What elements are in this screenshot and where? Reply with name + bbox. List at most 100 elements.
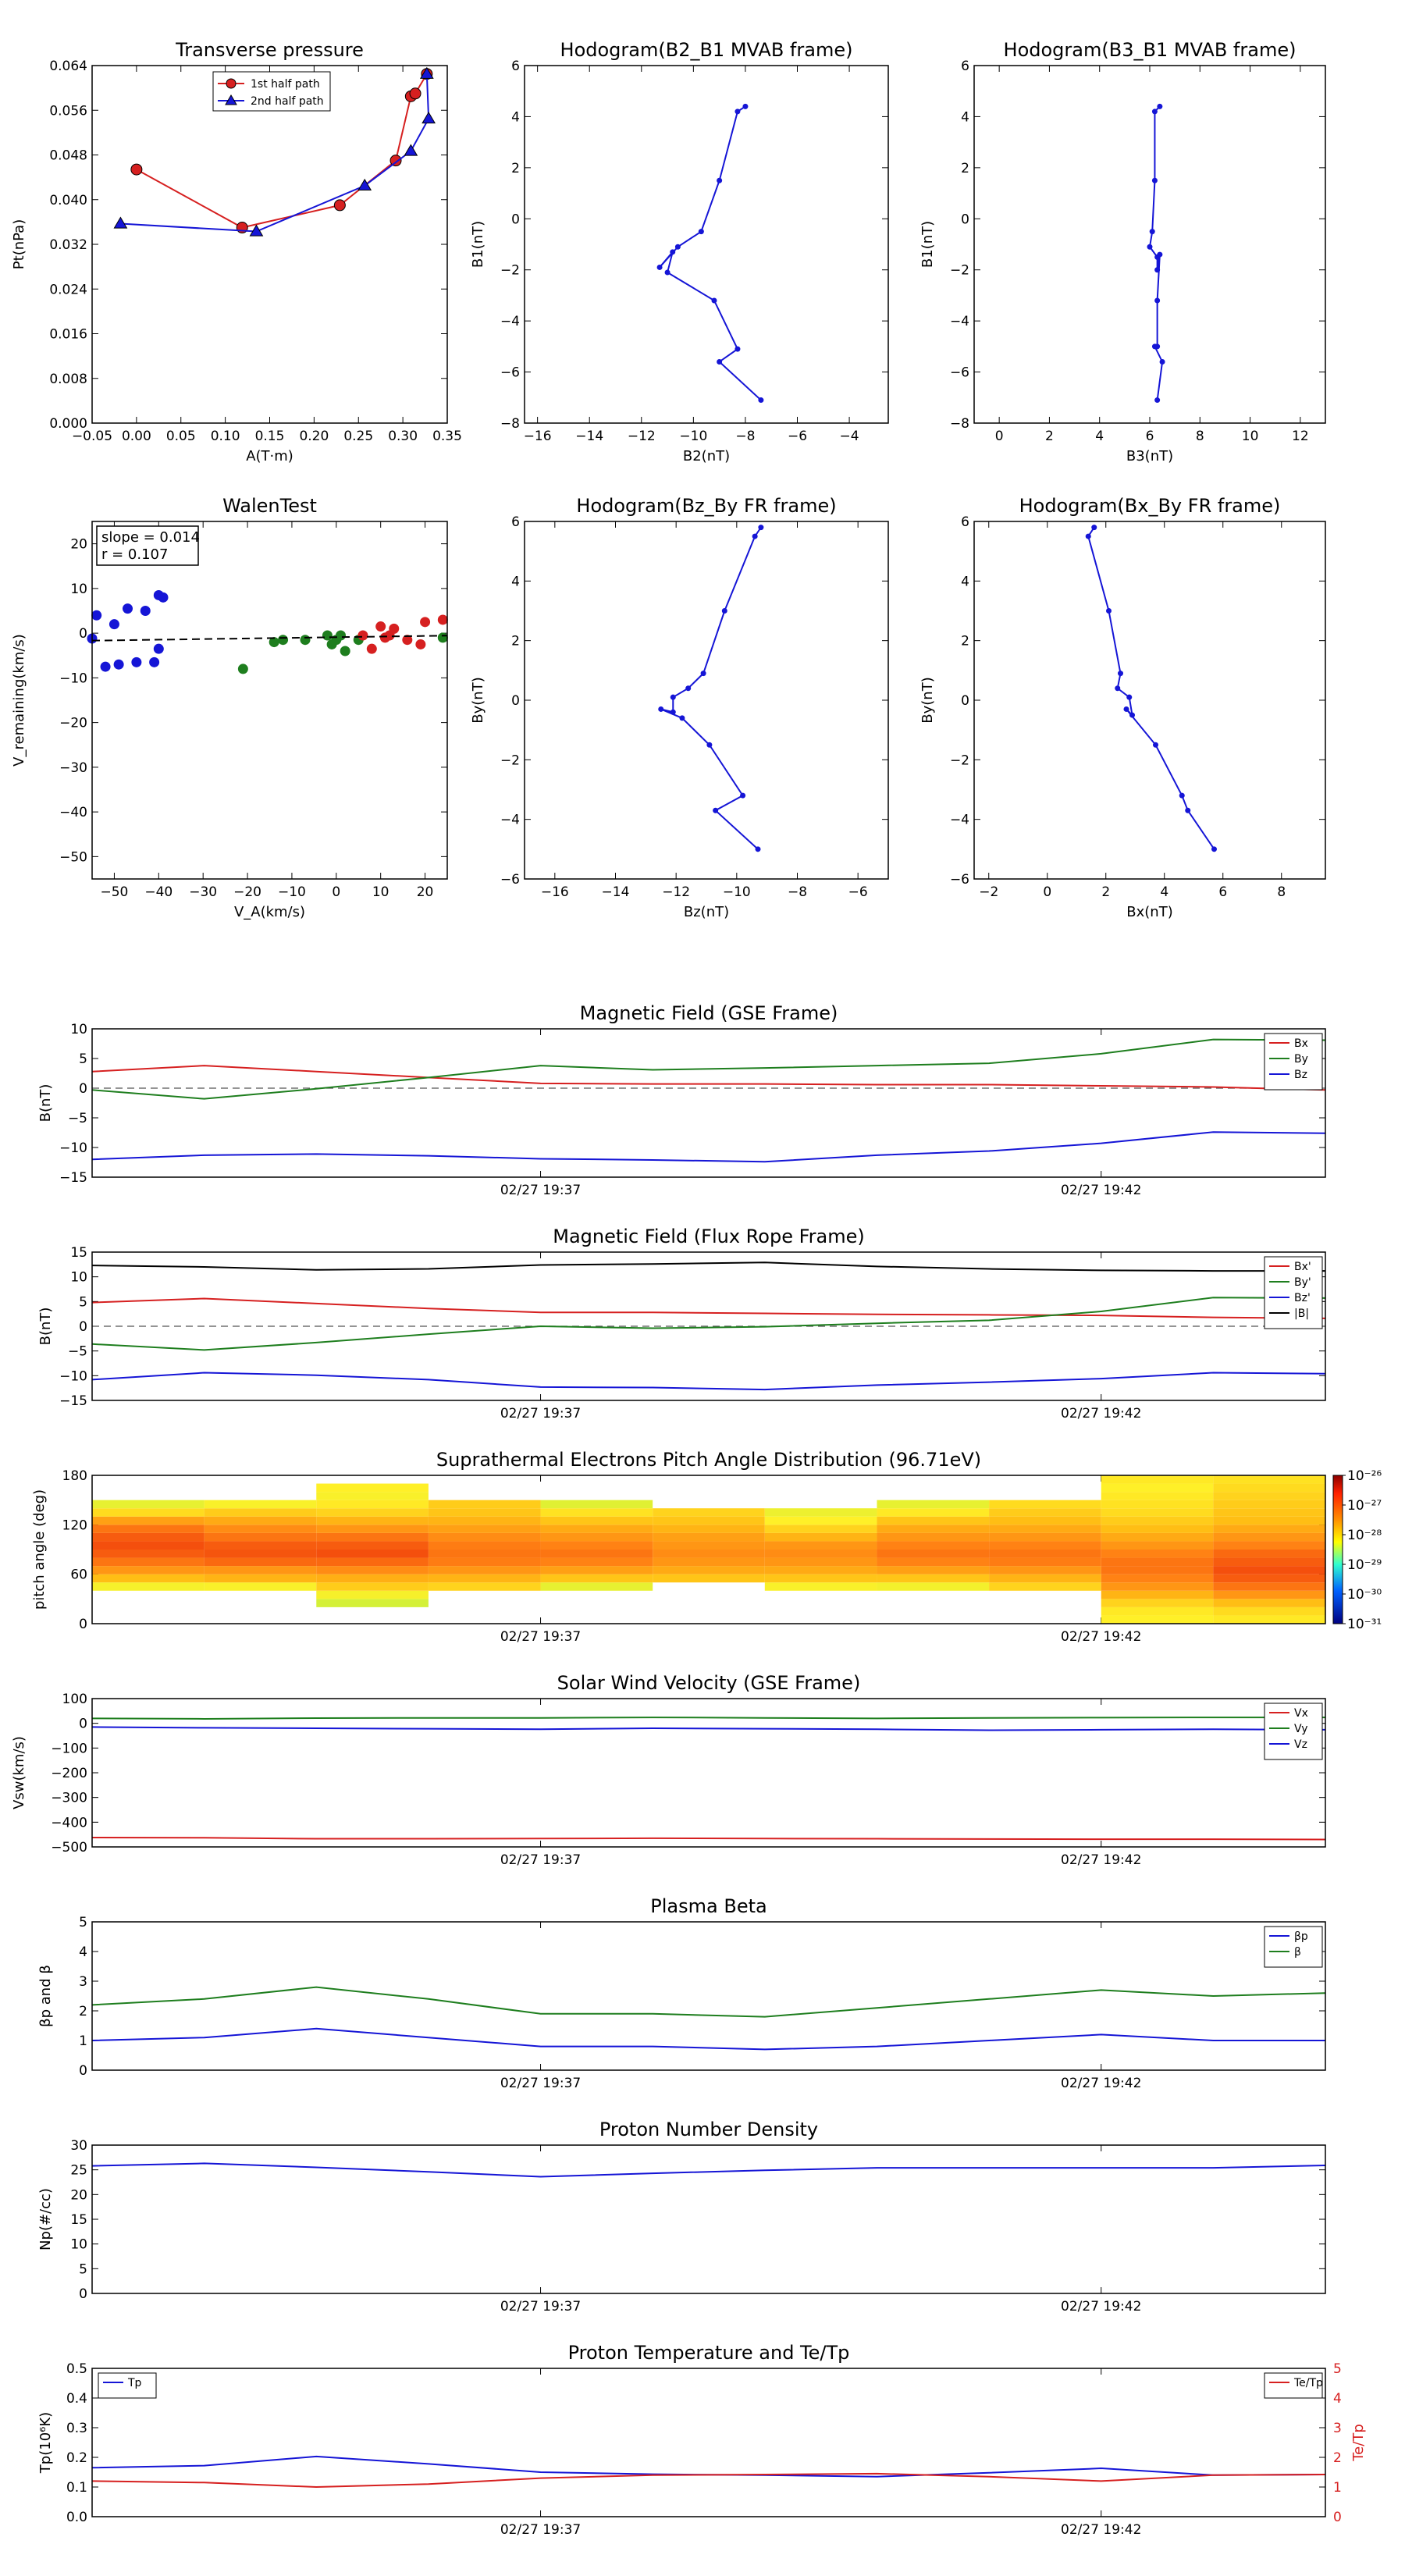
y-tick-label: −8 (500, 416, 520, 432)
time-tick-label: 02/27 19:37 (500, 1629, 581, 1645)
heatmap-cell (877, 1574, 990, 1583)
y-tick-label: 0.056 (49, 103, 87, 119)
x-axis-label: B3(nT) (1126, 448, 1173, 464)
heatmap-cell (764, 1508, 877, 1517)
y-tick-label: −4 (950, 314, 969, 329)
legend (98, 2372, 157, 2399)
heatmap-cell (540, 1582, 653, 1591)
data-point (721, 608, 727, 614)
heatmap-cell (1213, 1550, 1325, 1558)
heatmap-cell (653, 1557, 765, 1567)
y-tick-label: −2 (500, 263, 520, 279)
heatmap-cell (877, 1550, 990, 1558)
heatmap-cell (540, 1574, 653, 1583)
x-tick-label: −50 (100, 884, 128, 900)
y-tick-label-right: 0 (1333, 2510, 1342, 2525)
data-point (131, 656, 142, 667)
heatmap-cell (428, 1541, 541, 1550)
y-tick-label: −5 (68, 1344, 87, 1360)
y-tick-label: −4 (950, 813, 969, 828)
y-tick-label: 15 (70, 1245, 87, 1261)
y-tick-label: −6 (500, 365, 520, 381)
y-tick-label: −40 (59, 805, 87, 820)
time-tick-label: 02/27 19:37 (500, 2076, 581, 2091)
data-point (322, 630, 333, 641)
data-point (1085, 533, 1091, 539)
y-tick-label: 25 (70, 2163, 87, 2179)
y-tick-label: 0.3 (66, 2421, 87, 2436)
heatmap-cell (653, 1532, 765, 1542)
x-tick-label: −0.05 (72, 429, 112, 444)
chart-title: Hodogram(Bz_By FR frame) (576, 495, 836, 517)
y-tick-label: −400 (51, 1815, 87, 1831)
heatmap-cell (653, 1508, 765, 1517)
y-tick-label: 0.032 (49, 237, 87, 253)
data-point (1118, 671, 1123, 677)
x-tick-label: 0.25 (343, 429, 373, 444)
heatmap-cell (428, 1508, 541, 1517)
heatmap-cell (653, 1525, 765, 1533)
x-tick-label: −40 (144, 884, 173, 900)
heatmap-cell (540, 1550, 653, 1558)
y-tick-label: 0 (79, 626, 87, 642)
legend-label: By (1294, 1053, 1308, 1066)
data-point (1154, 297, 1161, 304)
data-point (1149, 229, 1155, 235)
y-axis-label-right: Te/Tp (1350, 2424, 1367, 2462)
heatmap-cell (989, 1550, 1101, 1558)
data-point (130, 163, 143, 176)
heatmap-cell (92, 1574, 205, 1583)
legend-marker (226, 78, 237, 89)
data-point (437, 614, 448, 625)
heatmap-cell (1101, 1606, 1214, 1616)
heatmap-cell (653, 1566, 765, 1574)
y-tick-label: 0 (79, 1081, 87, 1097)
y-tick-label: −500 (51, 1840, 87, 1856)
x-tick-label: −10 (679, 429, 707, 444)
legend-label: Tp (127, 2377, 142, 2389)
y-tick-label: −20 (59, 716, 87, 731)
y-tick-label: 2 (961, 634, 969, 649)
heatmap-cell (316, 1550, 429, 1558)
heatmap-cell (316, 1516, 429, 1525)
x-tick-label: 2 (1101, 884, 1110, 900)
heatmap-cell (428, 1557, 541, 1567)
legend-label: Vz (1294, 1738, 1307, 1751)
data-point (278, 635, 289, 646)
heatmap-cell (316, 1525, 429, 1533)
heatmap-cell (1101, 1492, 1214, 1500)
data-point (1123, 706, 1129, 712)
x-tick-label: 8 (1277, 884, 1286, 900)
data-point (713, 807, 719, 813)
legend-label: By' (1294, 1276, 1311, 1289)
data-point (375, 621, 386, 632)
x-tick-label: −10 (723, 884, 751, 900)
y-tick-label: 100 (62, 1692, 87, 1707)
heatmap-cell (764, 1525, 877, 1533)
data-point (698, 229, 704, 235)
y-tick-label: 6 (511, 514, 520, 530)
heatmap-cell (1101, 1599, 1214, 1607)
data-point (706, 742, 713, 748)
y-tick-label: 5 (79, 2261, 87, 2277)
heatmap-cell (1213, 1532, 1325, 1542)
data-point (685, 685, 692, 692)
heatmap-cell (92, 1525, 205, 1533)
heatmap-cell (204, 1500, 317, 1509)
heatmap-cell (540, 1532, 653, 1542)
colorbar-tick-label: 10⁻²⁶ (1347, 1468, 1382, 1484)
heatmap-cell (204, 1557, 317, 1567)
heatmap-cell (316, 1590, 429, 1599)
y-axis-label: Np(#/cc) (37, 2188, 54, 2250)
data-point (300, 635, 311, 646)
y-axis-label: B1(nT) (919, 221, 936, 268)
data-point (1151, 109, 1158, 115)
x-tick-label: 0.10 (211, 429, 240, 444)
data-point (735, 346, 741, 352)
y-tick-label: 180 (62, 1468, 87, 1484)
heatmap-cell (877, 1532, 990, 1542)
y-tick-label: 6 (961, 514, 969, 530)
y-tick-label: 0.1 (66, 2480, 87, 2496)
y-axis-label: By(nT) (470, 677, 486, 723)
heatmap-cell (764, 1532, 877, 1542)
